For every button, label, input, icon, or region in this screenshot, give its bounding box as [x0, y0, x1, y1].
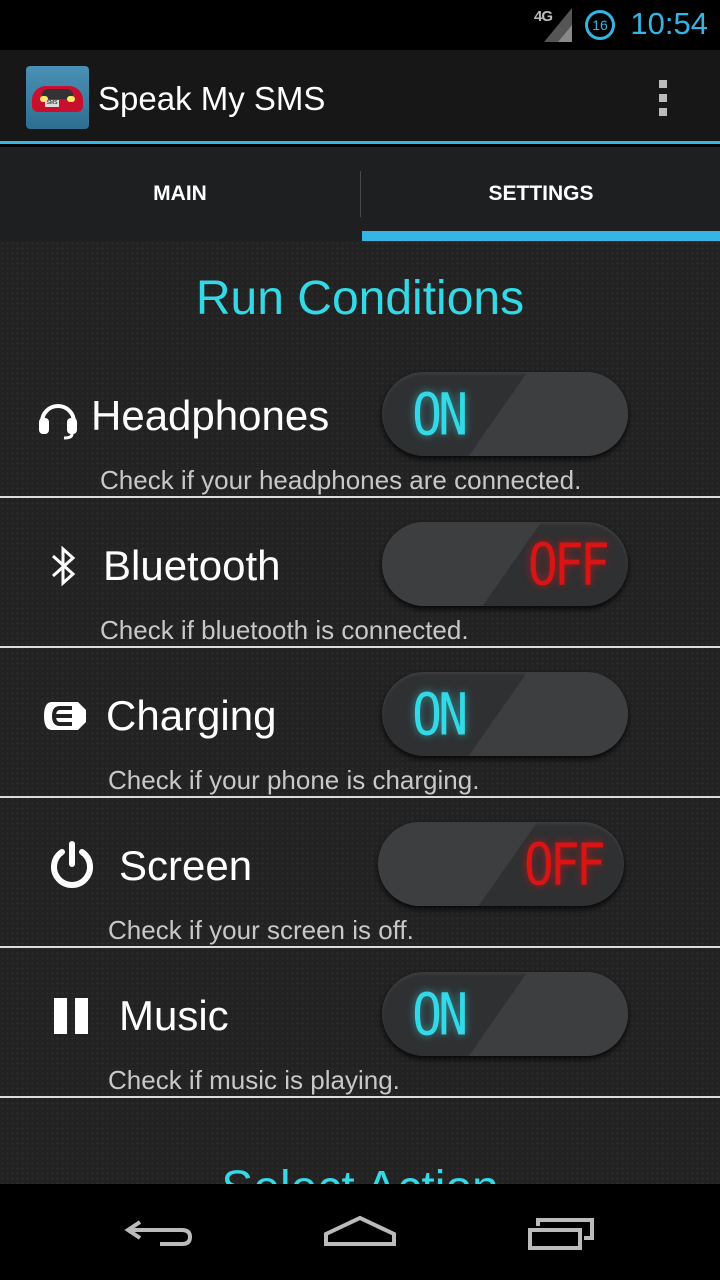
tab-bar: MAIN SETTINGS: [0, 147, 720, 241]
toggle-state: OFF: [527, 531, 610, 599]
condition-description: Check if your headphones are connected.: [100, 465, 582, 495]
headphones-icon: [39, 404, 77, 440]
condition-description: Check if your phone is charging.: [108, 765, 480, 795]
back-icon[interactable]: [120, 1204, 200, 1260]
toggle-state: ON: [412, 981, 468, 1049]
action-bar: SMS Speak My SMS: [0, 50, 720, 144]
condition-description: Check if music is playing.: [108, 1065, 400, 1095]
condition-description: Check if your screen is off.: [108, 915, 414, 945]
status-bar: 4G 16 10:54: [0, 0, 720, 50]
screen-toggle[interactable]: OFF: [378, 822, 624, 906]
navigation-bar: [0, 1184, 720, 1280]
section-title: Run Conditions: [195, 272, 525, 325]
overflow-menu-icon[interactable]: [656, 80, 670, 120]
charging-toggle[interactable]: ON: [382, 672, 628, 756]
condition-row-music: Music ON Check if music is playing.: [0, 948, 720, 1098]
tab-main[interactable]: MAIN: [0, 147, 360, 241]
toggle-state: OFF: [523, 831, 606, 899]
condition-label: Music: [119, 992, 229, 1039]
bluetooth-toggle[interactable]: OFF: [382, 522, 628, 606]
app-title: Speak My SMS: [98, 80, 326, 117]
battery-icon: 16: [585, 10, 615, 40]
next-section-title: Select Action: [0, 1161, 720, 1184]
car-icon: SMS: [26, 66, 89, 129]
condition-label: Headphones: [91, 392, 330, 439]
condition-row-headphones: Headphones ON Check if your headphones a…: [0, 348, 720, 498]
bluetooth-icon: [51, 545, 76, 587]
charging-icon: [44, 702, 86, 730]
condition-row-screen: Screen OFF Check if your screen is off.: [0, 798, 720, 948]
condition-label: Bluetooth: [103, 542, 281, 589]
settings-content[interactable]: Run Conditions Headphones ON Check if yo…: [0, 241, 720, 1184]
condition-label: Charging: [106, 692, 277, 739]
clock: 10:54: [630, 6, 708, 41]
toggle-state: ON: [412, 681, 468, 749]
tab-selected-indicator: [362, 231, 720, 241]
music-toggle[interactable]: ON: [382, 972, 628, 1056]
pause-icon: [54, 998, 88, 1034]
power-icon: [51, 841, 93, 888]
recents-icon[interactable]: [522, 1204, 602, 1260]
condition-description: Check if bluetooth is connected.: [100, 615, 469, 645]
headphones-toggle[interactable]: ON: [382, 372, 628, 456]
condition-label: Screen: [119, 842, 253, 889]
tab-settings[interactable]: SETTINGS: [361, 147, 720, 241]
condition-row-bluetooth: Bluetooth OFF Check if bluetooth is conn…: [0, 498, 720, 648]
network-type: 4G: [534, 8, 553, 25]
toggle-state: ON: [412, 381, 468, 449]
home-icon[interactable]: [320, 1204, 400, 1260]
condition-row-charging: Charging ON Check if your phone is charg…: [0, 648, 720, 798]
